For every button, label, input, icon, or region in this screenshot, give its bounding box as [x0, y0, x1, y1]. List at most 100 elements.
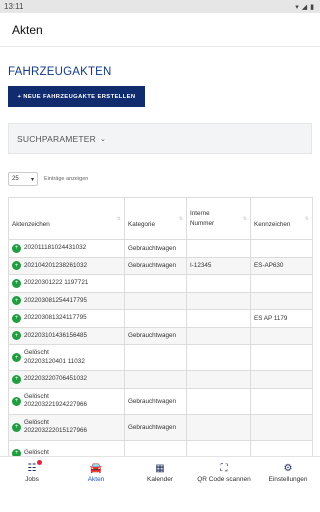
- table-row[interactable]: + Gelöscht 202203222015127966 Gebrauchtwage…: [8, 413, 313, 441]
- cell-interne-nummer: [186, 326, 251, 345]
- gear-icon: ⚙: [283, 463, 293, 474]
- per-page-value: 25: [12, 176, 19, 182]
- nav-item-akten[interactable]: 🚘 Akten: [64, 457, 128, 512]
- table-row[interactable]: + Gelöscht 202203221924227966 Gebrauchtwage…: [8, 387, 313, 415]
- cell-aktenzeichen: +202203101436156485: [8, 326, 125, 345]
- cell-kategorie: [124, 274, 187, 293]
- cell-kategorie: Gebrauchtwagen: [124, 387, 187, 415]
- table-row[interactable]: +202203101436156485 Gebrauchtwagen: [8, 326, 313, 345]
- table-row[interactable]: +202203081254417795: [8, 291, 313, 310]
- aktenzeichen-text: 20220301222 1197721: [24, 279, 89, 286]
- table-row[interactable]: +202203081324117795 ES AP 1179: [8, 309, 313, 328]
- cell-kategorie: [124, 370, 187, 389]
- aktenzeichen-text: Gelöscht 202203222015127966: [24, 418, 88, 435]
- cell-aktenzeichen: + Gelöscht 202203120401 11032: [8, 344, 125, 371]
- cell-kategorie: [124, 291, 187, 310]
- status-icons: ▾ ◢ ▮: [295, 3, 314, 11]
- cell-interne-nummer: [186, 413, 251, 441]
- per-page-select[interactable]: 25 ▾: [8, 172, 38, 186]
- table-row[interactable]: +202104201238261032 Gebrauchtwagen I-12345…: [8, 256, 313, 275]
- bottom-navigation: ☷ Jobs 🚘 Akten ▦ Kalender ⛶ QR Code scan…: [0, 456, 320, 512]
- nav-item-kalender[interactable]: ▦ Kalender: [128, 457, 192, 512]
- expand-row-icon[interactable]: +: [12, 396, 21, 406]
- cell-kategorie: Gebrauchtwagen: [124, 239, 187, 258]
- aktenzeichen-text: Gelöscht: [24, 448, 49, 456]
- cell-kennzeichen: [250, 274, 313, 293]
- col-header-interne-nummer[interactable]: Interne Nummer ⇅: [186, 197, 251, 240]
- nav-item-jobs[interactable]: ☷ Jobs: [0, 457, 64, 512]
- select-arrow-icon: ▾: [30, 176, 34, 183]
- table-row[interactable]: + Gelöscht 202203120401 11032: [8, 344, 313, 371]
- section-title: FAHRZEUGAKTEN: [8, 66, 112, 78]
- cell-aktenzeichen: +202203081254417795: [8, 291, 125, 310]
- cell-interne-nummer: [186, 387, 251, 415]
- cell-interne-nummer: [186, 274, 251, 293]
- cell-kategorie: Gebrauchtwagen: [124, 413, 187, 441]
- cell-kategorie: Gebrauchtwagen: [124, 326, 187, 345]
- cell-kennzeichen: [250, 291, 313, 310]
- notification-badge: [37, 460, 42, 465]
- car-icon: 🚘: [89, 463, 103, 474]
- aktenzeichen-text: 202203081254417795: [24, 296, 88, 304]
- signal-icon: ◢: [301, 3, 308, 11]
- cell-kennzeichen: [250, 239, 313, 258]
- sort-icon: ⇅: [304, 216, 309, 222]
- cell-interne-nummer: [186, 291, 251, 310]
- cell-interne-nummer: [186, 370, 251, 389]
- aktenzeichen-text: 202104201238261032: [24, 261, 88, 269]
- expand-row-icon[interactable]: +: [12, 353, 21, 362]
- cell-interne-nummer: [186, 239, 251, 258]
- cell-kategorie: [124, 309, 187, 328]
- aktenzeichen-text: 202203220706451032: [24, 375, 88, 382]
- col-header-kennzeichen[interactable]: Kennzeichen ⇅: [250, 197, 313, 240]
- cell-kennzeichen: [250, 344, 313, 371]
- expand-row-icon[interactable]: +: [12, 296, 21, 306]
- calendar-icon: ▦: [155, 463, 165, 474]
- cell-aktenzeichen: +202203081324117795: [8, 309, 125, 328]
- table-row[interactable]: +202203220706451032: [8, 370, 313, 389]
- nav-item-einstellungen[interactable]: ⚙ Einstellungen: [256, 457, 320, 512]
- per-page-control: 25 ▾ Einträge anzeigen: [8, 172, 88, 186]
- cell-interne-nummer: I-12345: [186, 256, 251, 275]
- cell-interne-nummer: [186, 439, 251, 456]
- nav-item-qr-code[interactable]: ⛶ QR Code scannen: [192, 457, 256, 512]
- search-panel-label: SUCHPARAMETER: [17, 133, 96, 144]
- status-time: 13:11: [4, 2, 24, 11]
- jobs-icon: ☷: [27, 463, 37, 474]
- files-table: Aktenzeichen ⇅ Kategorie ⇅ Interne Nummer ⇅…: [8, 197, 313, 456]
- cell-interne-nummer: [186, 344, 251, 371]
- new-vehicle-file-button[interactable]: + NEUE FAHRZEUGAKTE ERSTELLEN: [8, 86, 145, 107]
- battery-icon: ▮: [310, 3, 314, 11]
- expand-row-icon[interactable]: +: [12, 278, 21, 288]
- col-header-aktenzeichen[interactable]: Aktenzeichen ⇅: [8, 197, 125, 240]
- expand-row-icon[interactable]: +: [12, 261, 21, 271]
- main-content[interactable]: FAHRZEUGAKTEN + NEUE FAHRZEUGAKTE ERSTEL…: [0, 48, 320, 456]
- expand-row-icon[interactable]: +: [12, 243, 21, 253]
- expand-row-icon[interactable]: +: [12, 331, 21, 341]
- cell-kennzeichen: [250, 326, 313, 345]
- aktenzeichen-text: 202203081324117795: [24, 314, 87, 321]
- cell-aktenzeichen: +20220301222 1197721: [8, 274, 125, 293]
- aktenzeichen-text: Gelöscht 202203120401 11032: [24, 349, 85, 365]
- expand-row-icon[interactable]: +: [12, 313, 21, 323]
- cell-kategorie: [124, 439, 187, 456]
- cell-kategorie: Gebrauchtwagen: [124, 256, 187, 275]
- col-header-kategorie[interactable]: Kategorie ⇅: [124, 197, 187, 240]
- expand-row-icon[interactable]: +: [12, 374, 21, 384]
- table-row[interactable]: + Gelöscht: [8, 439, 313, 456]
- cell-kennzeichen: [250, 387, 313, 415]
- cell-kennzeichen: [250, 413, 313, 441]
- table-row[interactable]: +20220301222 1197721: [8, 274, 313, 293]
- aktenzeichen-text: 202203101436156485: [24, 331, 88, 339]
- cell-aktenzeichen: + Gelöscht 202203222015127966: [8, 413, 125, 441]
- search-parameter-panel[interactable]: SUCHPARAMETER ⌄: [8, 123, 312, 154]
- expand-row-icon[interactable]: +: [12, 448, 21, 456]
- cell-kategorie: [124, 344, 187, 371]
- status-bar: 13:11 ▾ ◢ ▮: [0, 0, 320, 13]
- expand-row-icon[interactable]: +: [12, 422, 21, 432]
- cell-aktenzeichen: + Gelöscht: [8, 439, 125, 456]
- cell-kennzeichen: ES AP 1179: [250, 309, 313, 328]
- sort-icon: ⇅: [242, 216, 247, 222]
- cell-kennzeichen: ES-AP630: [250, 256, 313, 275]
- table-row[interactable]: +202011181024431032 Gebrauchtwagen: [8, 239, 313, 258]
